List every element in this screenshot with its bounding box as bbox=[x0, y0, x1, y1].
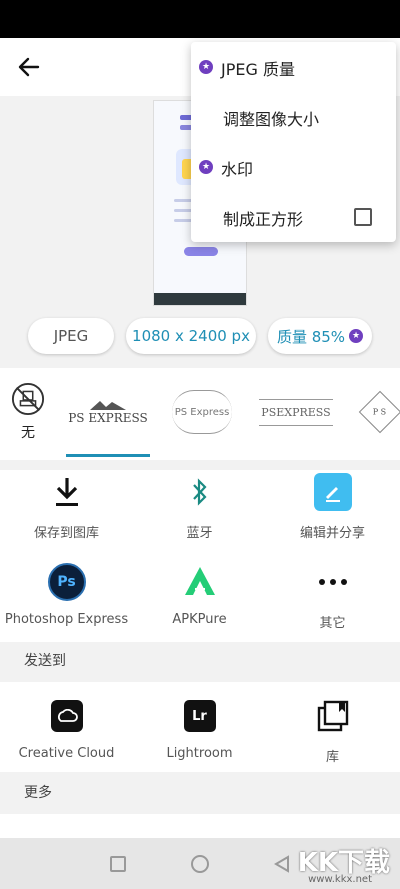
download-icon bbox=[55, 478, 78, 506]
photoshop-express-icon: Ps bbox=[47, 563, 86, 601]
diamond-badge-icon: P S bbox=[358, 390, 400, 434]
size-label: 1080 x 2400 px bbox=[132, 327, 250, 345]
menu-item-label: 调整图像大小 bbox=[223, 110, 320, 129]
watermark-option-3[interactable]: PSEXPRESS bbox=[254, 382, 338, 442]
premium-star-icon: ★ bbox=[349, 329, 364, 343]
watermark-option-2[interactable]: PS Express bbox=[166, 382, 238, 442]
more-list-start bbox=[0, 814, 400, 838]
watermark-option-4[interactable]: P S bbox=[358, 382, 400, 442]
share-label: 其它 bbox=[319, 616, 346, 631]
send-to-label: 库 bbox=[325, 750, 339, 765]
menu-item-watermark[interactable]: ★ 水印 bbox=[191, 142, 396, 192]
lightroom-button[interactable]: Lr Lightroom bbox=[133, 696, 266, 761]
save-to-gallery-button[interactable]: 保存到图库 bbox=[0, 472, 133, 541]
share-label: Photoshop Express bbox=[4, 612, 129, 627]
format-label: JPEG bbox=[53, 327, 89, 345]
library-button[interactable]: 库 bbox=[266, 696, 399, 765]
apkpure-button[interactable]: APKPure bbox=[133, 562, 266, 627]
more-icon bbox=[318, 579, 347, 585]
section-title: 发送到 bbox=[24, 653, 66, 669]
premium-star-icon: ★ bbox=[199, 60, 213, 74]
watermark-selector: 无 PS EXPRESS PS Express PSEXPRESS P S bbox=[0, 368, 400, 460]
edit-share-icon bbox=[313, 473, 352, 511]
library-icon bbox=[317, 700, 348, 732]
watermark-none[interactable]: 无 bbox=[6, 382, 50, 442]
share-label: 编辑并分享 bbox=[299, 526, 365, 541]
section-title: 更多 bbox=[24, 785, 52, 801]
send-to-label: Lightroom bbox=[166, 746, 233, 761]
export-options: JPEG 1080 x 2400 px 质量 85% ★ bbox=[0, 318, 400, 358]
creative-cloud-button[interactable]: Creative Cloud bbox=[0, 696, 133, 761]
apkpure-icon bbox=[184, 567, 215, 595]
send-to-label: Creative Cloud bbox=[18, 746, 115, 761]
watermark-label: PSEXPRESS bbox=[259, 398, 333, 426]
share-label: 蓝牙 bbox=[186, 526, 213, 541]
home-icon[interactable] bbox=[191, 855, 209, 873]
watermark-label: PS Express bbox=[174, 406, 230, 418]
make-square-checkbox[interactable] bbox=[354, 208, 372, 226]
other-button[interactable]: 其它 bbox=[266, 562, 399, 631]
menu-item-label: 制成正方形 bbox=[223, 210, 304, 229]
menu-item-label: 水印 bbox=[221, 160, 254, 179]
back-arrow-icon[interactable] bbox=[14, 52, 44, 82]
options-menu: ★ JPEG 质量 调整图像大小 ★ 水印 制成正方形 bbox=[191, 42, 396, 242]
status-bar bbox=[0, 0, 400, 38]
quality-label: 质量 85% bbox=[276, 327, 346, 346]
creative-cloud-icon bbox=[50, 700, 83, 732]
section-send-to: 发送到 bbox=[0, 642, 400, 680]
no-stamp-icon bbox=[11, 382, 45, 416]
size-chip[interactable]: 1080 x 2400 px bbox=[126, 318, 256, 354]
share-label: 保存到图库 bbox=[33, 526, 99, 541]
menu-item-jpeg-quality[interactable]: ★ JPEG 质量 bbox=[191, 42, 396, 92]
lightroom-icon: Lr bbox=[183, 700, 216, 732]
section-more: 更多 bbox=[0, 774, 400, 812]
bluetooth-icon bbox=[192, 478, 207, 506]
recents-icon[interactable] bbox=[110, 856, 126, 872]
site-watermark-url: www.kkx.net bbox=[308, 874, 372, 885]
quality-chip[interactable]: 质量 85% ★ bbox=[268, 318, 372, 354]
bluetooth-button[interactable]: 蓝牙 bbox=[133, 472, 266, 541]
share-label: APKPure bbox=[172, 612, 227, 627]
selected-indicator bbox=[66, 454, 150, 457]
premium-star-icon: ★ bbox=[199, 160, 213, 174]
circle-badge-icon: PS Express bbox=[172, 390, 232, 434]
edit-and-share-button[interactable]: 编辑并分享 bbox=[266, 472, 399, 541]
menu-item-make-square[interactable]: 制成正方形 bbox=[191, 192, 396, 242]
mountain-icon bbox=[90, 401, 126, 410]
menu-item-resize[interactable]: 调整图像大小 bbox=[191, 92, 396, 142]
photoshop-express-button[interactable]: Ps Photoshop Express bbox=[0, 562, 133, 627]
menu-item-label: JPEG 质量 bbox=[221, 60, 295, 79]
watermark-label: P S bbox=[373, 407, 387, 417]
send-to-targets: Creative Cloud Lr Lightroom 库 bbox=[0, 682, 400, 772]
watermark-option-1[interactable]: PS EXPRESS bbox=[66, 382, 150, 442]
watermark-none-label: 无 bbox=[21, 425, 35, 441]
share-targets: 保存到图库 蓝牙 编辑并分享 Ps Photoshop Express APKP… bbox=[0, 470, 400, 642]
watermark-label: PS EXPRESS bbox=[68, 411, 148, 425]
format-chip[interactable]: JPEG bbox=[28, 318, 114, 354]
back-nav-icon[interactable] bbox=[273, 855, 291, 873]
